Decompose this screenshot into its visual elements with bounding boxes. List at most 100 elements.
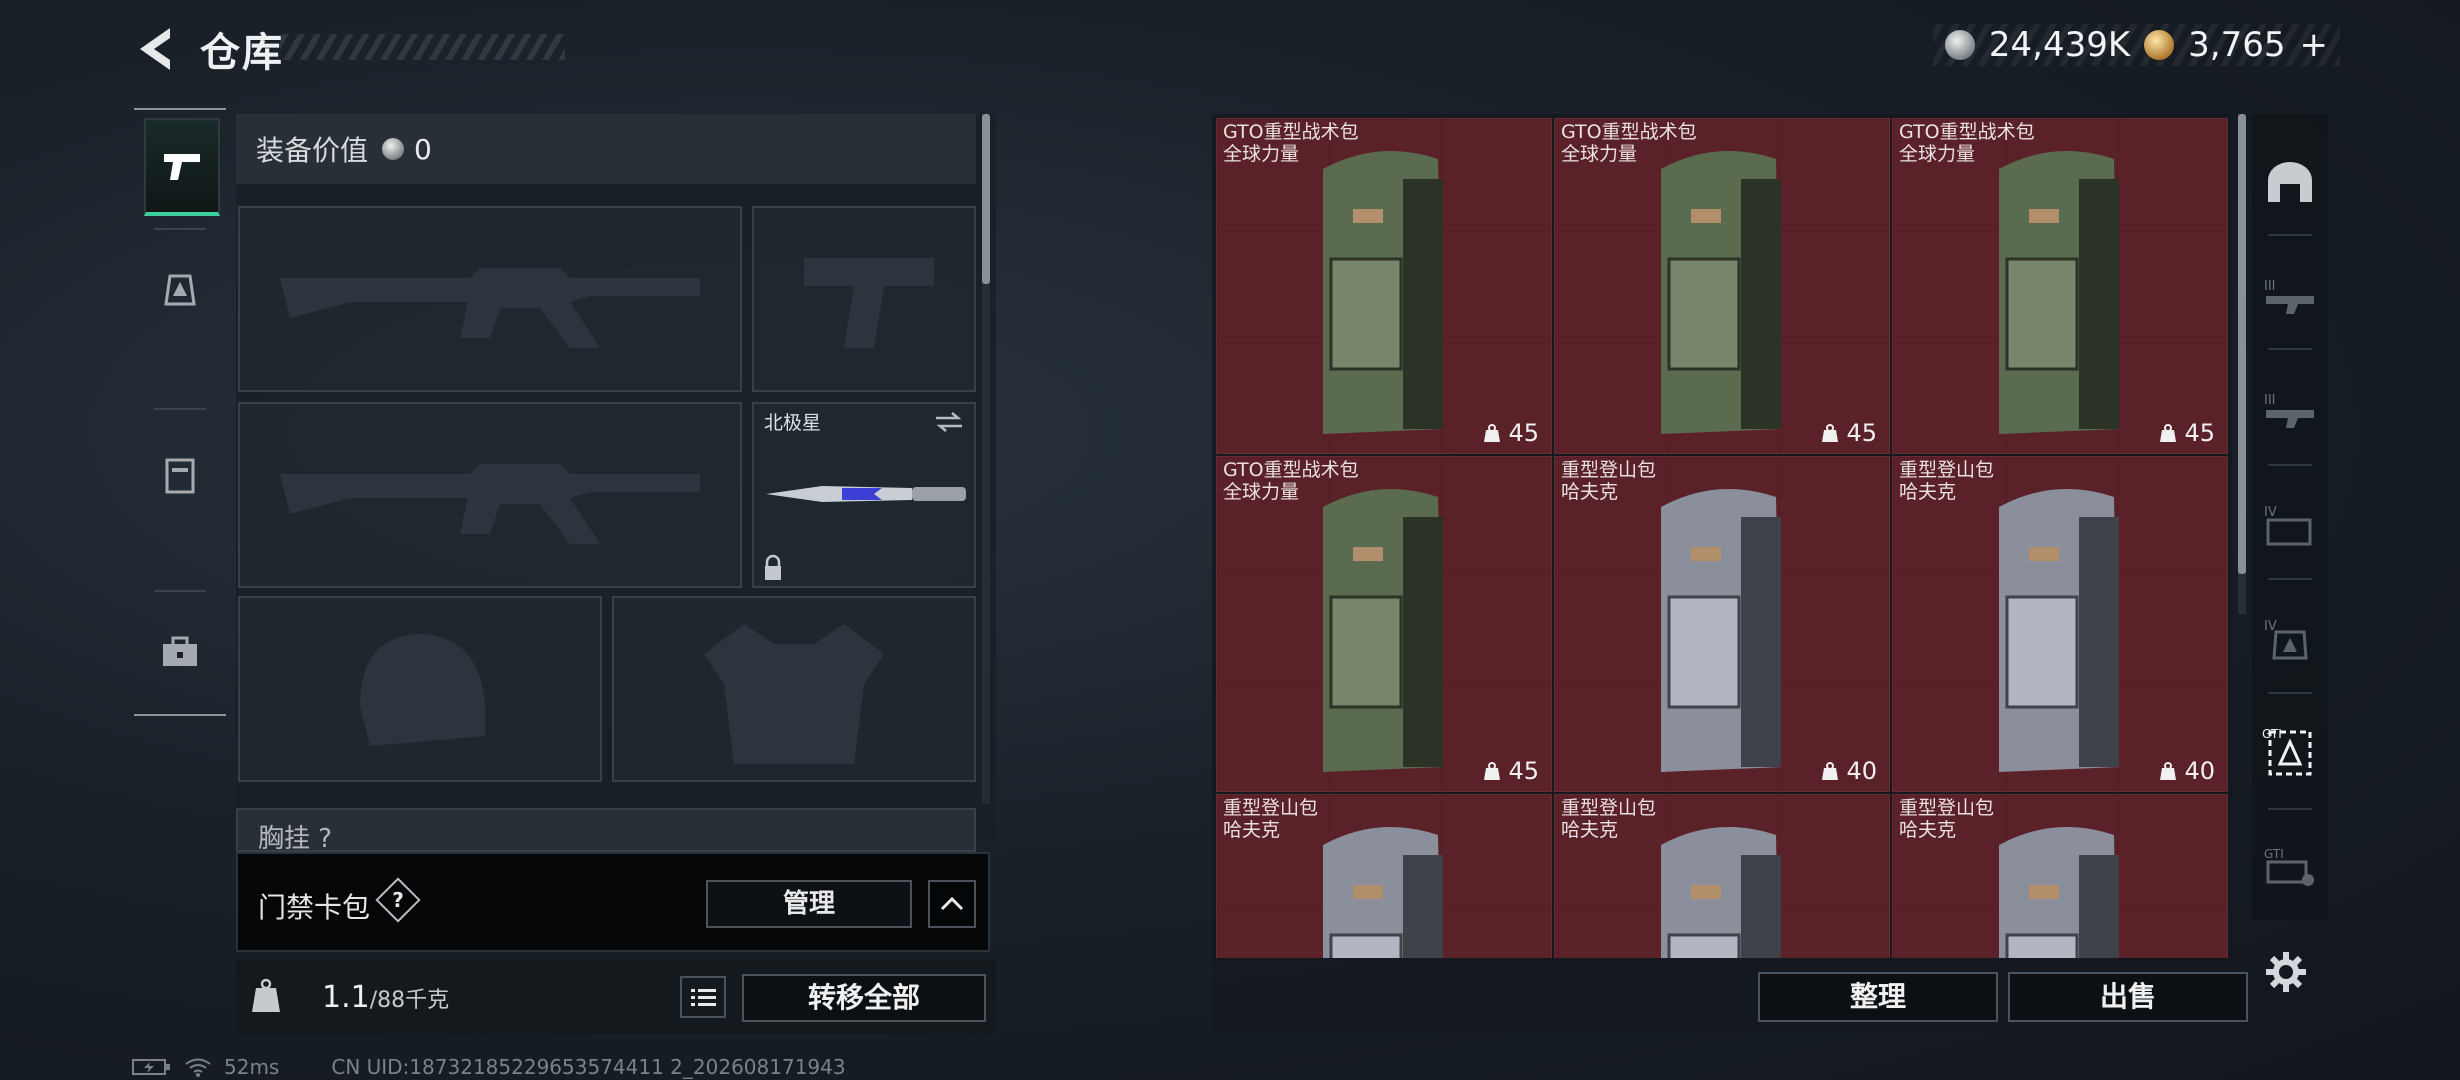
svg-text:III: III [2264, 393, 2276, 408]
inventory-item-4[interactable]: 重型登山包 哈夫克 40 [1554, 456, 1890, 792]
inventory-item-2[interactable]: GTO重型战术包 全球力量 45 [1892, 118, 2228, 454]
gear-icon[interactable] [2264, 950, 2308, 994]
page-title: 仓库 [200, 30, 284, 76]
item-name: 重型登山包 哈夫克 [1561, 797, 1656, 841]
inventory-item-6[interactable]: 重型登山包 哈夫克 [1216, 794, 1552, 958]
chest-rig-section[interactable]: 胸挂 ? [236, 808, 976, 852]
item-name: 重型登山包 哈夫克 [1899, 797, 1994, 841]
item-title: 重型登山包 [1899, 797, 1995, 819]
backpack-emblem-icon [164, 274, 196, 306]
svg-text:GTI: GTI [2264, 847, 2284, 861]
inventory-item-7[interactable]: 重型登山包 哈夫克 [1554, 794, 1890, 958]
pistol-slot[interactable] [752, 206, 976, 392]
inventory-item-1[interactable]: GTO重型战术包 全球力量 45 [1554, 118, 1890, 454]
status-bar: 52ms CN UID:18732185229653574411 2_20260… [132, 1054, 846, 1080]
silver-currency-value: 24,439K [1988, 25, 2131, 65]
armor-slot[interactable] [612, 596, 976, 782]
inventory-item-8[interactable]: 重型登山包 哈夫克 [1892, 794, 2228, 958]
chevron-up-icon [940, 896, 964, 911]
tier-3-weapon-icon: III [2264, 279, 2314, 314]
add-currency-button[interactable]: + [2300, 25, 2329, 65]
sell-button[interactable]: 出售 [2008, 972, 2248, 1022]
item-brand: 哈夫克 [1561, 481, 1619, 503]
ping-value: 52ms [224, 1055, 280, 1079]
tab-toolbox[interactable] [144, 606, 216, 698]
rail-item-gti-backpack[interactable]: GTI [2252, 694, 2328, 810]
battery-icon [132, 1059, 170, 1075]
gold-currency-value: 3,765 [2188, 25, 2286, 65]
melee-slot[interactable]: 北极星 [752, 402, 976, 588]
knife-name: 北极星 [764, 412, 822, 434]
rail-divider [2268, 348, 2312, 350]
equipment-scroll-thumb[interactable] [982, 114, 990, 284]
capacity-value: 45 [1846, 419, 1877, 447]
weight-icon [252, 978, 280, 1012]
inventory-item-3[interactable]: GTO重型战术包 全球力量 45 [1216, 456, 1552, 792]
inventory-scroll-thumb[interactable] [2238, 114, 2246, 574]
primary-weapon-slot[interactable] [238, 206, 742, 392]
rail-item-tier4-backpack[interactable]: IV [2252, 580, 2328, 696]
rail-item-tier3-b[interactable]: III [2252, 352, 2328, 468]
item-title: GTO重型战术包 [1899, 121, 2035, 143]
rail-item-tier4-case[interactable]: IV [2252, 466, 2328, 582]
svg-text:IV: IV [2264, 505, 2277, 520]
item-title: GTO重型战术包 [1561, 121, 1697, 143]
tab-backpack[interactable] [144, 242, 216, 334]
currency-bar: 24,439K 3,765 + [1932, 24, 2340, 66]
swap-icon[interactable] [934, 410, 964, 434]
silver-coin-icon [382, 138, 405, 160]
item-brand: 全球力量 [1561, 143, 1638, 165]
transfer-all-button[interactable]: 转移全部 [742, 974, 986, 1022]
item-name: GTO重型战术包 全球力量 [1899, 121, 2035, 165]
item-brand: 哈夫克 [1561, 819, 1619, 841]
tab-weapons[interactable] [144, 118, 220, 216]
item-brand: 哈夫克 [1899, 481, 1957, 503]
rail-divider [154, 590, 206, 592]
inventory-item-0[interactable]: GTO重型战术包 全球力量 45 [1216, 118, 1552, 454]
gti-backpack-icon: GTI [2262, 727, 2312, 776]
rail-divider [2268, 234, 2312, 236]
equipment-tab-rail [134, 108, 226, 716]
capacity-bag-icon [1484, 762, 1501, 780]
rail-item-tier3-a[interactable]: III [2252, 238, 2328, 354]
back-arrow-icon[interactable] [130, 22, 180, 76]
help-icon[interactable]: ? [375, 877, 421, 923]
item-title: GTO重型战术包 [1223, 459, 1359, 481]
item-capacity: 45 [1482, 757, 1539, 785]
chest-rig-label: 胸挂 ? [258, 824, 333, 852]
item-name: 重型登山包 哈夫克 [1561, 459, 1656, 503]
capacity-bag-icon [2160, 762, 2177, 780]
inventory-item-5[interactable]: 重型登山包 哈夫克 40 [1892, 456, 2228, 792]
item-brand: 哈夫克 [1223, 819, 1281, 841]
item-capacity: 45 [1820, 419, 1877, 447]
helmet-silhouette-icon [360, 634, 485, 746]
item-capacity: 40 [1820, 757, 1877, 785]
item-capacity: 40 [2158, 757, 2215, 785]
list-icon [691, 989, 716, 1006]
title-stripe [280, 34, 565, 60]
backpack-image [1661, 827, 1781, 958]
collapse-button[interactable] [928, 880, 976, 928]
rail-item-base[interactable] [2252, 124, 2328, 240]
capacity-value: 40 [1846, 757, 1877, 785]
capacity-value: 45 [1508, 419, 1539, 447]
capacity-value: 45 [1508, 757, 1539, 785]
list-view-button[interactable] [680, 976, 726, 1018]
sort-button[interactable]: 整理 [1758, 972, 1998, 1022]
capacity-bag-icon [2160, 424, 2177, 442]
tab-locker[interactable] [144, 430, 216, 522]
backpack-image [1661, 151, 1781, 434]
rail-divider [154, 408, 206, 410]
helmet-slot[interactable] [238, 596, 602, 782]
weight-value: 1.1/88千克 [322, 980, 449, 1015]
backpack-image [1999, 151, 2119, 434]
inventory-actions-bar: 整理 出售 [1212, 962, 2248, 1032]
item-brand: 全球力量 [1899, 143, 1976, 165]
backpack-image [1661, 489, 1781, 772]
rail-item-gti-case[interactable]: GTI [2252, 808, 2328, 924]
rail-divider [154, 228, 206, 230]
weight-current: 1.1 [322, 980, 370, 1015]
manage-button[interactable]: 管理 [706, 880, 912, 928]
tier-3-weapon-icon: III [2264, 393, 2314, 428]
secondary-weapon-slot[interactable] [238, 402, 742, 588]
